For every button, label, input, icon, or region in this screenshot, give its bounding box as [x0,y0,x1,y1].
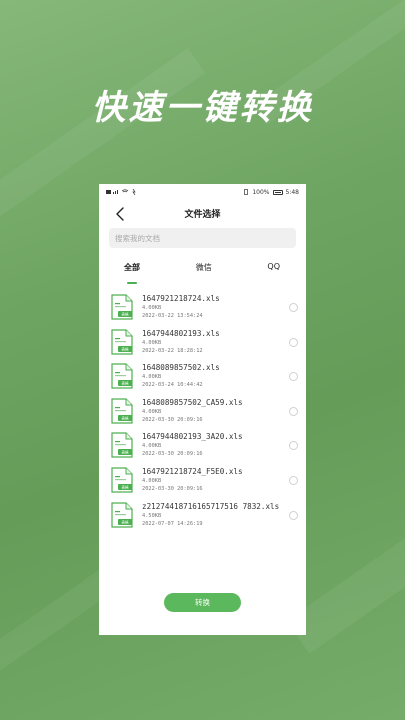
file-size: 4.00KB [142,305,162,311]
file-name: 1648089857502_CA59.xls [142,397,243,407]
back-arrow-icon[interactable] [115,207,127,221]
file-date: 2022-03-30 20:09:16 [142,451,203,458]
vibrate-icon [244,189,249,195]
file-info: 1647921218724_F5E0.xls 4.00KB 2022-03-30 2… [142,467,243,493]
file-name: 1647944802193_3A20.xls [142,432,243,442]
file-date: 2022-03-24 10:44:42 [142,382,203,389]
file-date: 2022-07-07 14:26:19 [142,520,203,527]
excel-file-icon: 表格 [111,467,133,493]
file-row[interactable]: 表格 1647944802193_3A20.xls 4.00KB 2022-03-30… [99,432,306,467]
file-info: 1647944802193.xls 4.00KB 2022-03-22 18:28:… [142,329,220,355]
page-title: 文件选择 [184,209,221,220]
file-info: 1647944802193_3A20.xls 4.00KB 2022-03-30 2… [142,432,243,458]
select-radio[interactable] [289,475,298,485]
file-list: 表格 1647921218724.xls 4.00KB 2022-03-22 13:5… [99,294,306,536]
file-name: 1647921218724.xls [142,294,220,303]
file-size: 4.00KB [142,374,162,381]
select-radio[interactable] [289,337,298,347]
file-row[interactable]: 表格 1647944802193.xls 4.00KB 2022-03-22 18:2… [99,329,306,364]
convert-button[interactable]: 转换 [164,593,241,612]
file-info: 1648089857502.xls 4.00KB 2022-03-24 10:44:… [142,363,220,389]
excel-file-icon: 表格 [111,363,133,389]
search-input[interactable] [115,233,296,243]
status-bar: 100% 5:48 [99,184,306,200]
file-name: 1647944802193.xls [142,328,220,338]
phone-screen: 100% 5:48 文件选择 全部 微信 QQ 表格 1647921218724.… [99,184,306,635]
file-row[interactable]: 表格 z21274418716165717516 7832.xls 4.50KB 20… [99,502,306,537]
file-name: 1647921218724_F5E0.xls [142,466,243,476]
select-radio[interactable] [289,372,298,382]
excel-file-icon: 表格 [111,328,133,355]
file-type-badge: 表格 [121,312,129,317]
file-row[interactable]: 表格 1648089857502_CA59.xls 4.00KB 2022-03-30… [99,398,306,433]
file-size: 4.50KB [142,512,162,519]
search-bar [109,228,296,248]
file-date: 2022-03-30 20:09:16 [142,416,203,423]
file-row[interactable]: 表格 1647921218724.xls 4.00KB 2022-03-22 13:5… [99,294,306,329]
file-type-badge: 表格 [121,415,129,420]
select-radio[interactable] [289,510,298,520]
source-tabs: 全部 微信 QQ [99,262,306,284]
file-size: 4.00KB [142,477,162,484]
file-row[interactable]: 表格 1647921218724_F5E0.xls 4.00KB 2022-03-30… [99,467,306,502]
file-type-badge: 表格 [121,381,129,386]
excel-file-icon: 表格 [111,294,133,320]
file-name: z21274418716165717516 7832.xls [142,501,280,511]
file-size: 4.00KB [142,408,162,415]
battery-percent: 100% [252,188,270,196]
file-type-badge: 表格 [121,485,129,490]
file-info: z21274418716165717516 7832.xls 4.50KB 2022… [142,502,279,528]
file-type-badge: 表格 [121,519,129,524]
nav-bar: 文件选择 [99,200,306,226]
excel-file-icon: 表格 [111,432,133,458]
signal-wifi-icons [106,189,136,195]
file-row[interactable]: 表格 1648089857502.xls 4.00KB 2022-03-24 10:4… [99,363,306,398]
tab-all[interactable]: 全部 [124,262,140,284]
tab-qq[interactable]: QQ [267,262,280,280]
battery-icon [272,189,283,195]
select-radio[interactable] [289,303,298,312]
tab-wechat[interactable]: 微信 [196,262,212,280]
file-date: 2022-03-30 20:09:16 [142,485,203,492]
promo-headline: 快速一键转换 [91,88,314,128]
excel-file-icon: 表格 [111,501,133,528]
file-date: 2022-03-22 13:54:24 [142,313,203,319]
excel-file-icon: 表格 [111,398,133,424]
file-info: 1648089857502_CA59.xls 4.00KB 2022-03-30 2… [142,398,243,424]
select-radio[interactable] [289,406,298,416]
file-date: 2022-03-22 18:28:12 [142,347,203,354]
status-time: 5:48 [285,188,299,196]
file-type-badge: 表格 [121,346,129,351]
select-radio[interactable] [289,441,298,451]
file-name: 1648089857502.xls [142,363,220,373]
file-type-badge: 表格 [121,450,129,455]
status-icons-left [106,189,140,195]
file-info: 1647921218724.xls 4.00KB 2022-03-22 13:54:… [142,294,220,320]
status-icons-right: 100% 5:48 [243,189,299,196]
file-size: 4.00KB [142,443,162,450]
file-size: 4.00KB [142,339,162,346]
